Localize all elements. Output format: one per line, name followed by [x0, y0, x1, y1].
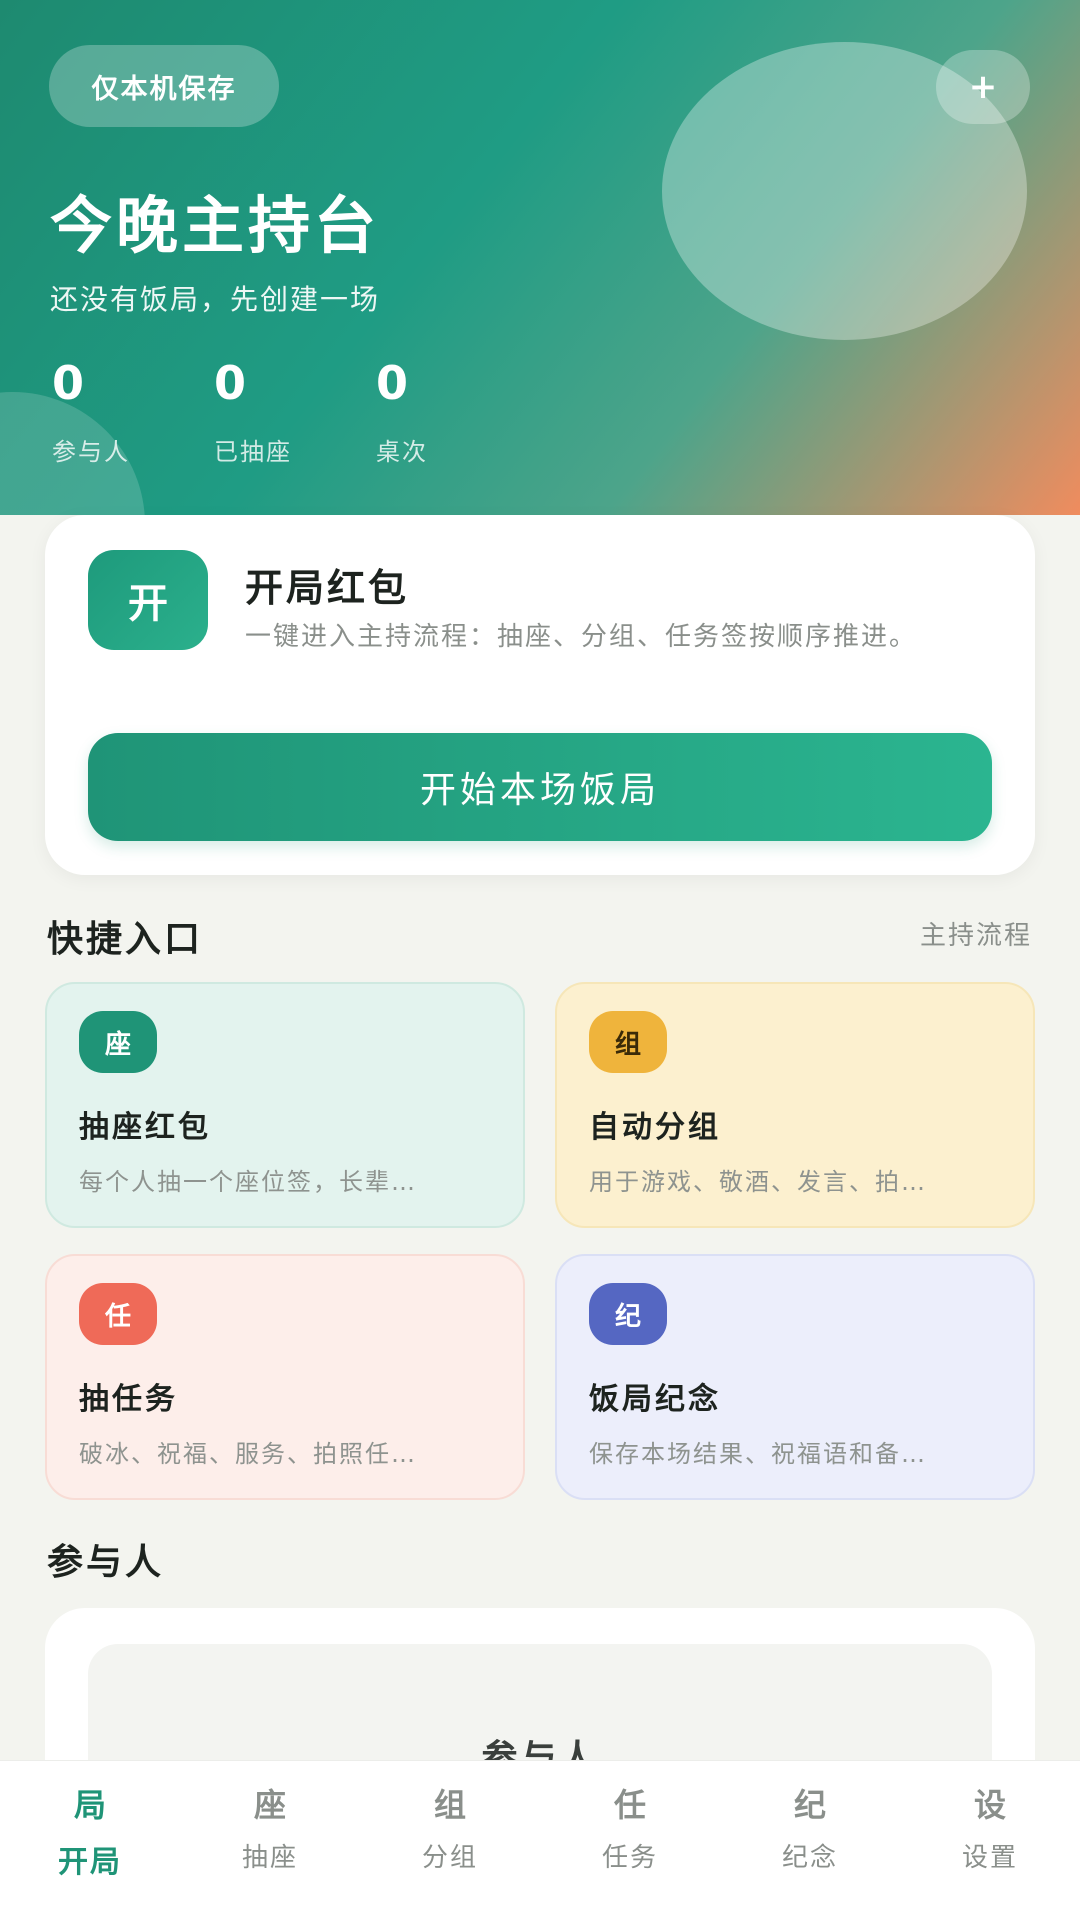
stat-tables: 0 桌次	[376, 360, 428, 467]
stat-value: 0	[214, 356, 247, 410]
tile-desc: 用于游戏、敬酒、发言、拍…	[589, 1168, 927, 1196]
nav-item-memo[interactable]: 纪 纪念	[720, 1761, 900, 1920]
seat-icon: 座	[253, 1786, 286, 1824]
seat-badge-icon: 座	[79, 1011, 157, 1073]
stat-value: 0	[376, 356, 409, 410]
plus-icon: +	[968, 67, 998, 107]
quick-tile-memo[interactable]: 纪 饭局纪念 保存本场结果、祝福语和备…	[555, 1254, 1035, 1500]
group-icon: 组	[433, 1786, 466, 1824]
task-icon: 任	[613, 1786, 646, 1824]
stat-label: 参与人	[52, 438, 130, 466]
group-badge-icon: 组	[589, 1011, 667, 1073]
nav-item-seat[interactable]: 座 抽座	[180, 1761, 360, 1920]
start-card: 开 开局红包 一键进入主持流程：抽座、分组、任务签按顺序推进。 开始本场饭局	[45, 515, 1035, 875]
add-button[interactable]: +	[936, 50, 1030, 124]
tile-desc: 每个人抽一个座位签，长辈…	[79, 1168, 417, 1196]
start-icon: 开	[88, 550, 208, 650]
tile-title: 抽任务	[79, 1382, 178, 1417]
stat-value: 0	[52, 356, 85, 410]
start-card-title: 开局红包	[245, 566, 410, 610]
nav-item-settings[interactable]: 设 设置	[900, 1761, 1080, 1920]
nav-item-group[interactable]: 组 分组	[360, 1761, 540, 1920]
stat-participants: 0 参与人	[52, 360, 130, 467]
start-icon: 局	[73, 1786, 106, 1824]
nav-item-start[interactable]: 局 开局	[0, 1761, 180, 1920]
start-card-desc: 一键进入主持流程：抽座、分组、任务签按顺序推进。	[245, 622, 918, 652]
bottom-nav: 局 开局 座 抽座 组 分组 任 任务 纪 纪念 设 设置	[0, 1760, 1080, 1920]
local-storage-badge[interactable]: 仅本机保存	[49, 45, 279, 127]
quick-tile-group[interactable]: 组 自动分组 用于游戏、敬酒、发言、拍…	[555, 982, 1035, 1228]
start-party-button[interactable]: 开始本场饭局	[88, 733, 992, 841]
tile-title: 饭局纪念	[589, 1382, 721, 1417]
memo-badge-icon: 纪	[589, 1283, 667, 1345]
quick-tile-seat[interactable]: 座 抽座红包 每个人抽一个座位签，长辈…	[45, 982, 525, 1228]
nav-label: 抽座	[241, 1843, 298, 1873]
page-title: 今晚主持台	[50, 189, 381, 262]
nav-label: 纪念	[781, 1843, 838, 1873]
nav-label: 设置	[961, 1843, 1018, 1873]
hero-header: 仅本机保存 + 今晚主持台 还没有饭局，先创建一场 0 参与人 0 已抽座 0 …	[0, 0, 1080, 515]
memo-icon: 纪	[793, 1786, 826, 1824]
nav-label: 任务	[601, 1843, 658, 1873]
host-flow-link[interactable]: 主持流程	[800, 915, 1032, 952]
stat-label: 已抽座	[214, 438, 292, 466]
nav-item-task[interactable]: 任 任务	[540, 1761, 720, 1920]
participants-section-title: 参与人	[47, 1542, 165, 1583]
nav-label: 分组	[421, 1843, 478, 1873]
settings-icon: 设	[973, 1786, 1006, 1824]
page-subtitle: 还没有饭局，先创建一场	[50, 283, 381, 316]
tile-desc: 破冰、祝福、服务、拍照任…	[79, 1440, 417, 1468]
nav-label: 开局	[58, 1845, 122, 1880]
tile-desc: 保存本场结果、祝福语和备…	[589, 1440, 927, 1468]
quick-section-title: 快捷入口	[47, 919, 204, 960]
tile-title: 抽座红包	[79, 1110, 211, 1145]
stat-seated: 0 已抽座	[214, 360, 292, 467]
tile-title: 自动分组	[589, 1110, 721, 1145]
quick-tile-task[interactable]: 任 抽任务 破冰、祝福、服务、拍照任…	[45, 1254, 525, 1500]
stat-label: 桌次	[376, 438, 428, 466]
task-badge-icon: 任	[79, 1283, 157, 1345]
